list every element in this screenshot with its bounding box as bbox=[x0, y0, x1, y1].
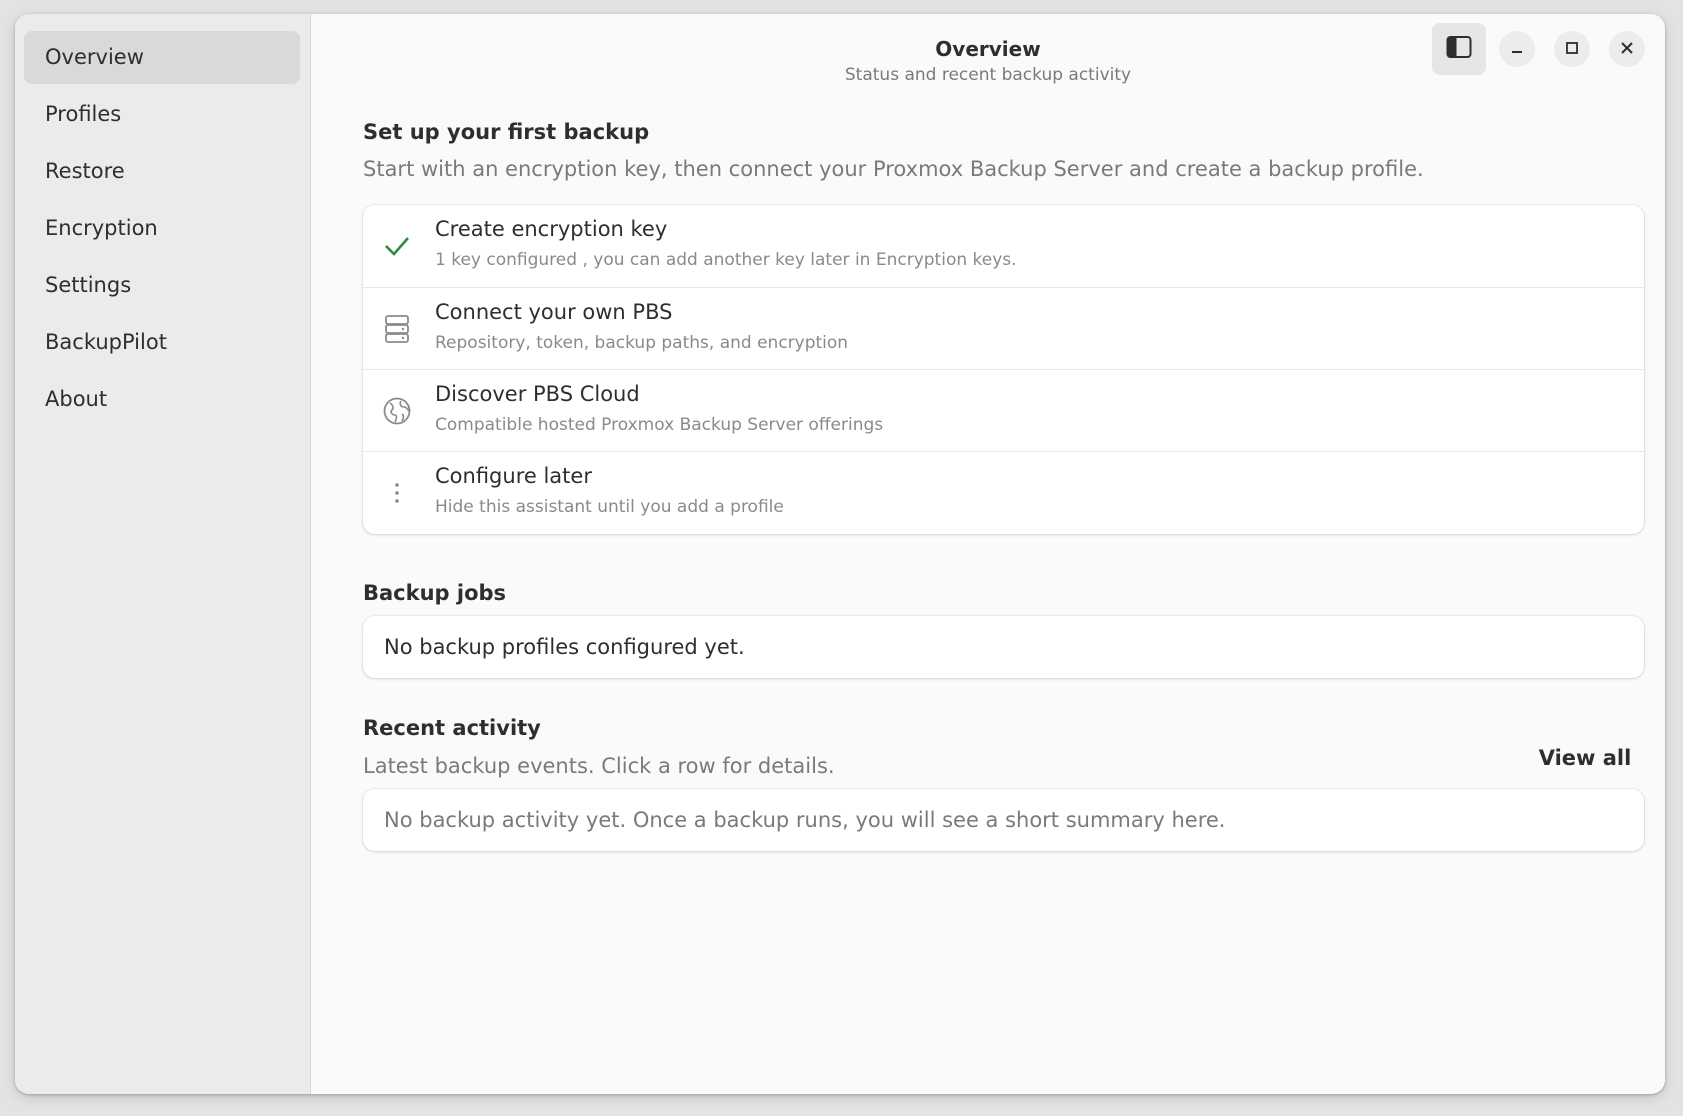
minimize-button[interactable] bbox=[1499, 31, 1535, 67]
sidebar-item-about[interactable]: About bbox=[24, 373, 300, 426]
maximize-icon bbox=[1565, 40, 1579, 59]
setup-step-configure-later[interactable]: Configure later Hide this assistant unti… bbox=[363, 451, 1644, 534]
recent-activity-empty-text: No backup activity yet. Once a backup ru… bbox=[384, 808, 1226, 832]
setup-section-title: Set up your first backup bbox=[363, 120, 650, 144]
sidebar-toggle-button[interactable] bbox=[1432, 23, 1486, 75]
sidebar-item-settings[interactable]: Settings bbox=[24, 259, 300, 312]
step-title: Configure later bbox=[435, 464, 592, 488]
checkmark-icon bbox=[381, 230, 413, 262]
backup-jobs-card: No backup profiles configured yet. bbox=[363, 616, 1644, 678]
recent-activity-description: Latest backup events. Click a row for de… bbox=[363, 754, 835, 778]
sidebar-item-backuppilot[interactable]: BackupPilot bbox=[24, 316, 300, 369]
close-icon bbox=[1620, 40, 1634, 59]
sidebar-item-profiles[interactable]: Profiles bbox=[24, 88, 300, 141]
step-title: Create encryption key bbox=[435, 217, 668, 241]
step-subtitle: Hide this assistant until you add a prof… bbox=[435, 497, 784, 517]
recent-activity-card: No backup activity yet. Once a backup ru… bbox=[363, 789, 1644, 851]
app-window: Overview Profiles Restore Encryption Set… bbox=[15, 14, 1665, 1094]
more-vertical-icon bbox=[381, 477, 413, 509]
maximize-button[interactable] bbox=[1554, 31, 1590, 67]
sidebar-toggle-icon bbox=[1446, 35, 1472, 63]
sidebar-item-encryption[interactable]: Encryption bbox=[24, 202, 300, 255]
step-title: Connect your own PBS bbox=[435, 300, 673, 324]
setup-step-connect-pbs[interactable]: Connect your own PBS Repository, token, … bbox=[363, 287, 1644, 370]
sidebar: Overview Profiles Restore Encryption Set… bbox=[15, 14, 311, 1094]
step-subtitle: 1 key configured , you can add another k… bbox=[435, 250, 1017, 270]
server-icon bbox=[381, 313, 413, 345]
step-subtitle: Compatible hosted Proxmox Backup Server … bbox=[435, 415, 884, 435]
sidebar-item-overview[interactable]: Overview bbox=[24, 31, 300, 84]
step-subtitle: Repository, token, backup paths, and enc… bbox=[435, 333, 849, 353]
setup-section-description: Start with an encryption key, then conne… bbox=[363, 157, 1424, 181]
view-all-button[interactable]: View all bbox=[1523, 736, 1647, 780]
setup-step-discover-pbs-cloud[interactable]: Discover PBS Cloud Compatible hosted Pro… bbox=[363, 369, 1644, 452]
step-title: Discover PBS Cloud bbox=[435, 382, 640, 406]
globe-icon bbox=[381, 395, 413, 427]
close-button[interactable] bbox=[1609, 31, 1645, 67]
backup-jobs-title: Backup jobs bbox=[363, 581, 507, 605]
backup-jobs-empty-text: No backup profiles configured yet. bbox=[384, 635, 745, 659]
minimize-icon bbox=[1510, 40, 1524, 59]
sidebar-item-restore[interactable]: Restore bbox=[24, 145, 300, 198]
setup-step-create-encryption-key[interactable]: Create encryption key 1 key configured ,… bbox=[363, 205, 1644, 287]
recent-activity-title: Recent activity bbox=[363, 716, 541, 740]
setup-steps-card: Create encryption key 1 key configured ,… bbox=[363, 205, 1644, 534]
